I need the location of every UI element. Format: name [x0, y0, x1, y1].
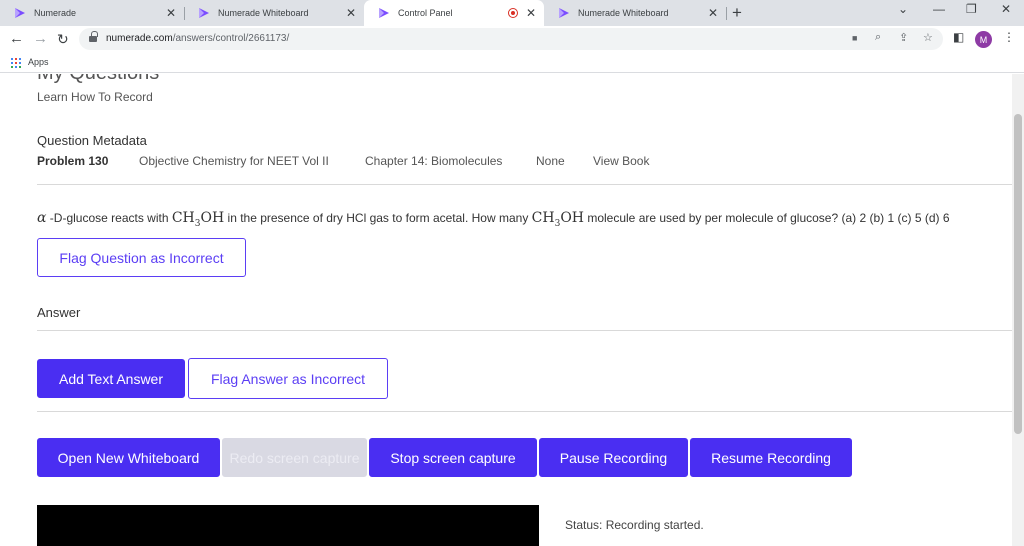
numerade-logo-icon	[379, 8, 389, 18]
learn-how-to-record-link[interactable]: Learn How To Record	[37, 90, 153, 104]
tab-strip: Numerade ✕ Numerade Whiteboard ✕ Control…	[0, 0, 1024, 26]
close-tab-icon[interactable]: ✕	[166, 7, 176, 19]
menu-kebab-icon[interactable]: ⋮	[1003, 30, 1015, 44]
lock-icon	[89, 31, 98, 43]
recording-indicator-icon	[508, 8, 518, 18]
recording-status: Status: Recording started.	[565, 518, 704, 532]
tab-control-panel[interactable]: Control Panel ✕	[364, 0, 544, 26]
question-part-1: -D-glucose reacts with	[46, 211, 172, 225]
screen-capture-preview	[37, 505, 539, 546]
answer-heading: Answer	[37, 305, 81, 320]
restore-icon[interactable]: ❐	[966, 2, 977, 16]
book-title: Objective Chemistry for NEET Vol II	[139, 154, 329, 168]
share-icon[interactable]: ⇪	[899, 31, 908, 44]
url-host: numerade.com	[106, 33, 173, 44]
tab-numerade-whiteboard-2[interactable]: Numerade Whiteboard ✕	[544, 0, 726, 26]
divider	[37, 411, 1012, 412]
chapter-title: Chapter 14: Biomolecules	[365, 154, 503, 168]
address-bar[interactable]: numerade.com/answers/control/2661173/ ■ …	[79, 28, 943, 50]
tab-title: Control Panel	[398, 8, 453, 18]
bookmark-apps[interactable]: Apps	[28, 57, 49, 67]
section-value: None	[536, 154, 565, 168]
close-tab-icon[interactable]: ✕	[708, 7, 718, 19]
open-whiteboard-button[interactable]: Open New Whiteboard	[37, 438, 220, 477]
question-text: α -D-glucose reacts with CH3OH in the pr…	[37, 210, 950, 229]
pause-recording-button[interactable]: Pause Recording	[539, 438, 688, 477]
tab-numerade[interactable]: Numerade ✕	[0, 0, 184, 26]
tab-search-icon[interactable]: ⌄	[898, 2, 908, 16]
bookmark-star-icon[interactable]: ☆	[923, 31, 933, 44]
add-text-answer-button[interactable]: Add Text Answer	[37, 359, 185, 398]
scrollbar-thumb[interactable]	[1014, 114, 1022, 434]
formula-end: OH	[200, 210, 225, 226]
tab-numerade-whiteboard-1[interactable]: Numerade Whiteboard ✕	[184, 0, 364, 26]
metadata-heading: Question Metadata	[37, 133, 147, 148]
bookmarks-bar: Apps	[0, 53, 1024, 73]
forward-icon[interactable]: →	[33, 30, 48, 48]
flag-answer-button[interactable]: Flag Answer as Incorrect	[188, 358, 388, 399]
divider	[37, 184, 1012, 185]
tab-divider	[726, 7, 727, 20]
camera-icon[interactable]: ■	[852, 33, 857, 43]
tab-title: Numerade	[34, 8, 77, 18]
zoom-icon[interactable]: ⌕	[875, 31, 881, 44]
view-book-link[interactable]: View Book	[593, 154, 649, 168]
formula-main: CH	[531, 210, 555, 226]
problem-number: Problem 130	[37, 154, 109, 168]
minimize-icon[interactable]: —	[933, 2, 945, 16]
side-panel-icon[interactable]: ◧	[953, 30, 964, 44]
url-text: numerade.com/answers/control/2661173/	[106, 33, 289, 44]
close-tab-icon[interactable]: ✕	[346, 7, 356, 19]
close-window-icon[interactable]: ✕	[1001, 2, 1011, 16]
avatar[interactable]: M	[975, 31, 992, 48]
formula-main: CH	[171, 210, 195, 226]
close-tab-icon[interactable]: ✕	[526, 7, 536, 19]
browser-toolbar: ← → ↻ numerade.com/answers/control/26611…	[0, 26, 1024, 53]
formula-ch3oh: CH3OH	[171, 210, 225, 229]
tab-title: Numerade Whiteboard	[578, 8, 669, 18]
stop-capture-button[interactable]: Stop screen capture	[369, 438, 537, 477]
flag-question-button[interactable]: Flag Question as Incorrect	[37, 238, 246, 277]
numerade-logo-icon	[559, 8, 569, 18]
question-part-3: molecule are used by per molecule of glu…	[584, 211, 950, 225]
apps-grid-icon[interactable]	[11, 58, 21, 68]
new-tab-button[interactable]: +	[732, 3, 742, 23]
tab-title: Numerade Whiteboard	[218, 8, 309, 18]
url-path: /answers/control/2661173/	[172, 33, 290, 44]
redo-capture-button[interactable]: Redo screen capture	[222, 438, 367, 477]
page-title: My Questions	[37, 74, 159, 85]
formula-ch3oh: CH3OH	[531, 210, 584, 229]
divider	[37, 330, 1012, 331]
back-icon[interactable]: ←	[9, 30, 24, 48]
numerade-logo-icon	[15, 8, 25, 18]
page-scrollbar[interactable]	[1012, 74, 1024, 546]
page-content: My Questions Learn How To Record Questio…	[0, 74, 1024, 546]
formula-end: OH	[560, 210, 584, 226]
question-part-2: in the presence of dry HCl gas to form a…	[224, 211, 532, 225]
reload-icon[interactable]: ↻	[57, 30, 69, 48]
numerade-logo-icon	[199, 8, 209, 18]
resume-recording-button[interactable]: Resume Recording	[690, 438, 852, 477]
